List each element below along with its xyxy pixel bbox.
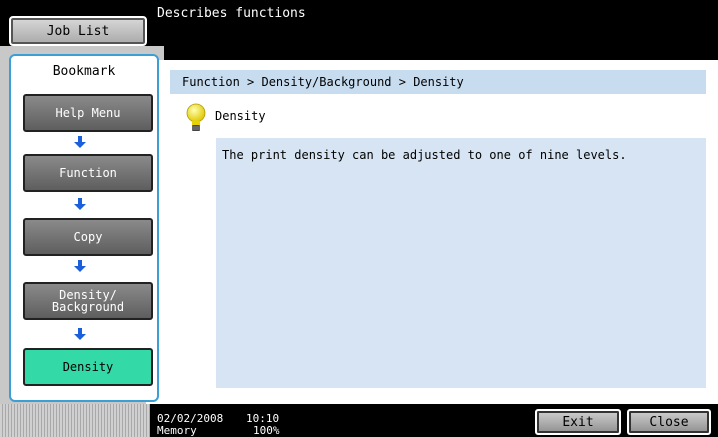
screen: Describes functions Job List Bookmark He… — [0, 0, 718, 437]
status-date: 02/02/2008 — [157, 412, 224, 425]
breadcrumb: Function > Density/Background > Density — [170, 70, 706, 94]
header-description: Describes functions — [157, 6, 306, 21]
bottom-left-strip — [0, 404, 150, 437]
status-time: 10:10 — [246, 412, 280, 425]
bookmark-density-background-button[interactable]: Density/ Background — [23, 282, 153, 320]
page-title: Density — [215, 109, 266, 123]
exit-button[interactable]: Exit — [535, 409, 621, 435]
description-box: The print density can be adjusted to one… — [216, 138, 706, 388]
bookmark-help-menu-button[interactable]: Help Menu — [23, 94, 153, 132]
bookmark-density-button[interactable]: Density — [23, 348, 153, 386]
lightbulb-icon — [186, 103, 206, 131]
job-list-button[interactable]: Job List — [9, 16, 147, 46]
bookmark-function-button[interactable]: Function — [23, 154, 153, 192]
status-memory-label: Memory — [157, 424, 197, 437]
description-text: The print density can be adjusted to one… — [222, 148, 627, 162]
bookmark-panel: Bookmark Help Menu Function Copy Density… — [9, 54, 159, 402]
bookmark-title: Bookmark — [52, 64, 116, 79]
bookmark-copy-button[interactable]: Copy — [23, 218, 153, 256]
status-memory-value: 100% — [253, 424, 280, 437]
close-button[interactable]: Close — [627, 409, 711, 435]
